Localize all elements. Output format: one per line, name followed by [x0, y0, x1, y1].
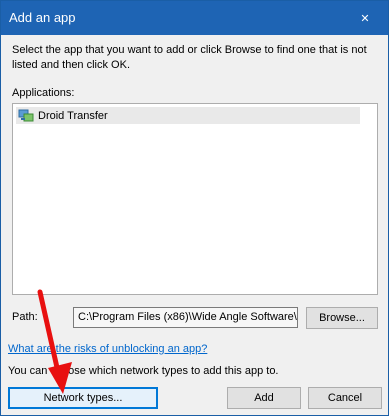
close-icon[interactable]: ✕ — [342, 1, 388, 35]
network-app-icon — [18, 109, 34, 121]
network-types-button[interactable]: Network types... — [8, 387, 158, 409]
applications-label: Applications: — [12, 87, 75, 99]
instructions-text: Select the app that you want to add or c… — [12, 44, 367, 71]
browse-button[interactable]: Browse... — [306, 307, 378, 329]
window-title: Add an app — [9, 10, 76, 25]
list-item[interactable]: Droid Transfer — [16, 107, 360, 124]
title-bar: Add an app ✕ — [1, 1, 388, 35]
network-types-hint: You can choose which network types to ad… — [8, 365, 279, 377]
add-button[interactable]: Add — [227, 387, 301, 409]
list-item-label: Droid Transfer — [38, 109, 108, 122]
add-an-app-dialog: Add an app ✕ Select the app that you wan… — [0, 0, 389, 416]
applications-list[interactable]: Droid Transfer — [12, 103, 378, 295]
cancel-button[interactable]: Cancel — [308, 387, 382, 409]
path-field[interactable]: C:\Program Files (x86)\Wide Angle Softwa… — [73, 307, 298, 328]
path-label: Path: — [12, 311, 38, 323]
risks-link[interactable]: What are the risks of unblocking an app? — [8, 343, 207, 355]
